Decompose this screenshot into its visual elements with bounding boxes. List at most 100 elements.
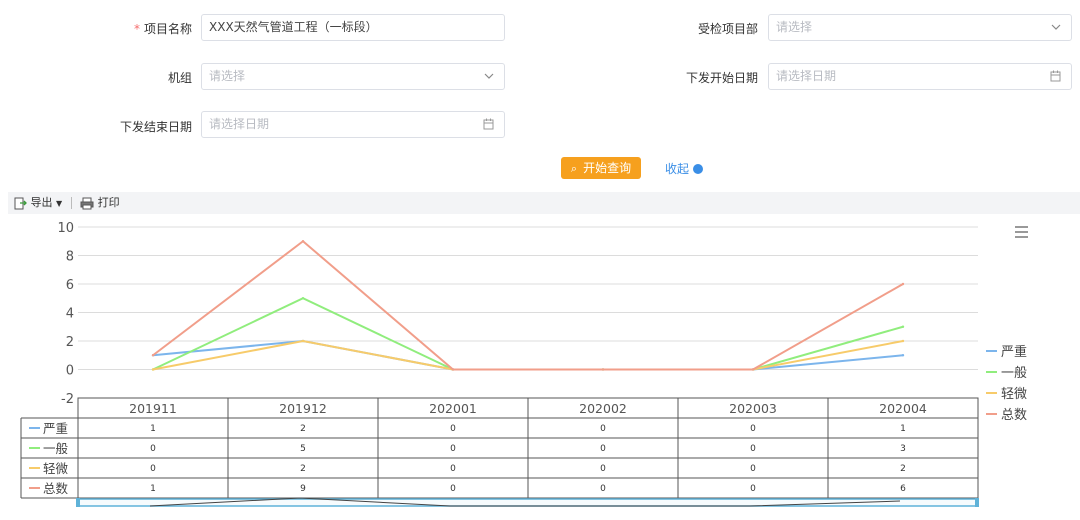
y-tick-label: 6 [66, 278, 74, 293]
legend-item: 一般 [1001, 365, 1027, 381]
legend-item: 总数 [1001, 408, 1027, 423]
table-cell: 0 [150, 464, 156, 474]
start-query-button[interactable]: ⌕ 开始查询 [561, 157, 641, 179]
export-icon [14, 197, 27, 209]
table-header-cell: 202001 [429, 401, 477, 416]
issue-start-date-input[interactable]: 请选择日期 [768, 63, 1072, 90]
table-series-label: 一般 [43, 441, 69, 456]
y-tick-label: 4 [66, 307, 74, 322]
table-cell: 6 [900, 484, 906, 494]
table-cell: 2 [300, 424, 306, 434]
search-icon: ⌕ [570, 162, 578, 175]
table-header-cell: 201911 [129, 401, 177, 416]
table-cell: 0 [450, 424, 456, 434]
data-point [151, 368, 155, 371]
chart-data-table: 201911 201912 202001 202002 202003 202004严重 1 2… [20, 397, 979, 499]
table-cell: 1 [150, 424, 156, 434]
data-point [901, 354, 905, 357]
table-cell: 0 [450, 484, 456, 494]
y-tick-label: 0 [66, 364, 74, 379]
collapse-link[interactable]: 收起 [665, 160, 704, 177]
table-cell: 0 [750, 424, 756, 434]
table-cell: 5 [300, 444, 306, 454]
chart-toolbar: 导出 ▼ 打印 [8, 192, 1080, 214]
crew-label: 机组 [167, 71, 192, 85]
table-cell: 0 [600, 424, 606, 434]
table-cell: 2 [300, 464, 306, 474]
export-button[interactable]: 导出 ▼ [14, 192, 62, 215]
print-button[interactable]: 打印 [80, 192, 120, 214]
table-cell: 0 [450, 444, 456, 454]
issue-end-label: 下发结束日期 [119, 120, 192, 134]
chart-legend: 严重一般轻微总数 [986, 344, 1027, 423]
table-header-cell: 202004 [879, 401, 927, 416]
table-cell: 0 [450, 464, 456, 474]
data-point [601, 368, 605, 371]
collapse-label: 收起 [665, 162, 690, 176]
table-cell: 2 [900, 464, 906, 474]
chevron-down-icon [1051, 15, 1061, 49]
table-cell: 0 [750, 484, 756, 494]
crew-placeholder: 请选择 [209, 69, 246, 83]
table-cell: 9 [300, 484, 306, 494]
data-point [901, 282, 905, 286]
calendar-icon [1050, 64, 1061, 98]
data-point [301, 339, 305, 343]
table-header-cell: 202003 [729, 401, 777, 416]
data-point [751, 368, 755, 371]
series-line-严重 [152, 339, 904, 371]
y-tick-label: 10 [57, 221, 74, 236]
chevron-down-icon [484, 64, 494, 98]
table-cell: 0 [750, 444, 756, 454]
collapse-up-icon [693, 163, 704, 174]
calendar-icon [483, 112, 494, 146]
chart-series-lines [151, 239, 905, 371]
print-label: 打印 [97, 196, 120, 209]
project-name-value: XXX天然气管道工程（一标段） [209, 20, 378, 34]
table-cell: 0 [750, 464, 756, 474]
chart-zoom-navigator[interactable] [76, 497, 979, 507]
required-asterisk: * [133, 22, 140, 36]
data-point [301, 240, 305, 243]
inspected-dept-select[interactable]: 请选择 [768, 14, 1072, 41]
data-point [451, 368, 455, 371]
inspected-dept-placeholder: 请选择 [776, 20, 813, 34]
table-cell: 0 [600, 464, 606, 474]
table-cell: 3 [900, 444, 906, 454]
table-cell: 0 [150, 444, 156, 454]
caret-down-icon: ▼ [56, 199, 63, 208]
table-header-cell: 201912 [279, 401, 327, 416]
printer-icon [80, 197, 94, 209]
inspected-dept-label: 受检项目部 [697, 22, 758, 36]
y-tick-label: 8 [66, 250, 74, 265]
y-axis-ticks: 10 8 6 4 2 0 -2 [57, 221, 74, 407]
series-line-一般 [152, 297, 904, 371]
table-header-cell: 202002 [579, 401, 627, 416]
y-tick-label: -2 [61, 392, 74, 407]
legend-item: 轻微 [1001, 387, 1027, 402]
issue-start-placeholder: 请选择日期 [776, 69, 837, 83]
chart-grid [78, 226, 978, 399]
table-series-label: 严重 [43, 421, 68, 436]
project-name-label-text: 项目名称 [143, 22, 192, 36]
issue-end-placeholder: 请选择日期 [209, 117, 270, 131]
table-cell: 1 [150, 484, 156, 494]
project-name-input[interactable]: XXX天然气管道工程（一标段） [201, 14, 505, 41]
series-line-总数 [152, 239, 904, 371]
table-cell: 0 [600, 484, 606, 494]
project-name-label: * 项目名称 [110, 20, 192, 37]
issue-end-date-input[interactable]: 请选择日期 [201, 111, 505, 138]
crew-select[interactable]: 请选择 [201, 63, 505, 90]
start-query-label: 开始查询 [583, 161, 632, 175]
data-point [901, 325, 905, 328]
data-point [151, 354, 155, 357]
data-point [901, 339, 905, 343]
y-tick-label: 2 [66, 335, 74, 350]
legend-item: 严重 [1001, 344, 1027, 360]
chart-menu-icon[interactable] [1015, 226, 1028, 238]
line-chart: 1086420-2 严重一般轻微总数 201911 201912 202001 202… [20, 221, 1028, 507]
data-point [301, 297, 305, 300]
table-cell: 0 [600, 444, 606, 454]
issue-start-label: 下发开始日期 [685, 71, 758, 85]
toolbar-divider [70, 197, 72, 209]
